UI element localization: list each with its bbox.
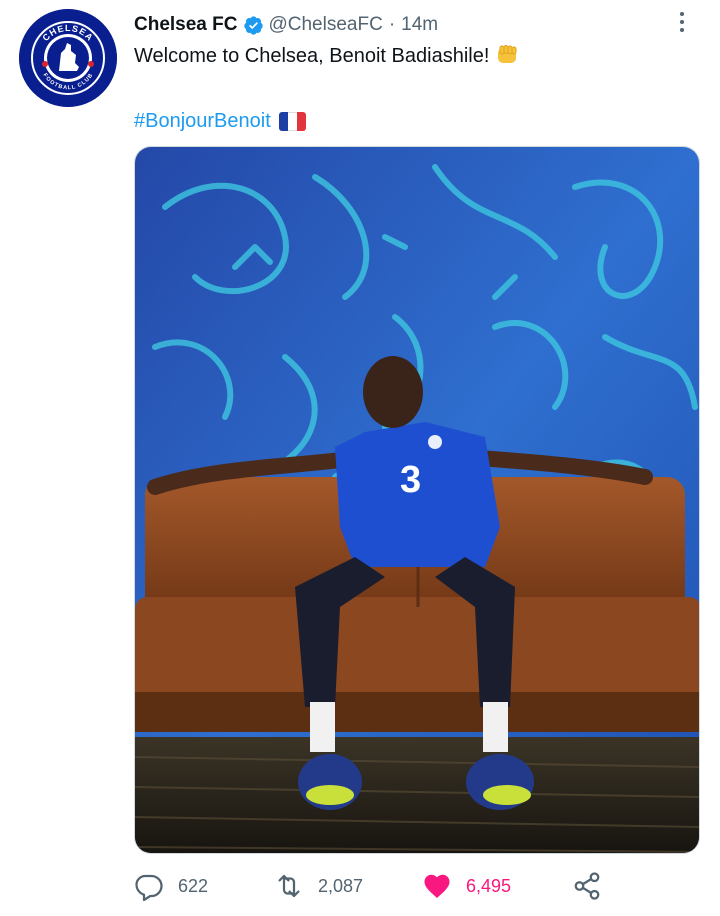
- tweet-body: Welcome to Chelsea, Benoit Badiashile!: [134, 45, 490, 67]
- verified-badge-icon: [244, 15, 264, 35]
- reply-icon: [135, 874, 163, 901]
- tweet-text: Welcome to Chelsea, Benoit Badiashile!: [134, 41, 694, 71]
- reply-button[interactable]: 622: [134, 871, 274, 901]
- tweet-timestamp[interactable]: 14m: [401, 14, 438, 36]
- oncoming-fist-emoji-icon: [498, 45, 517, 63]
- like-count: 6,495: [466, 875, 512, 896]
- avatar[interactable]: CHELSEA FOOTBALL CLUB: [19, 9, 117, 107]
- action-bar: 622 2,087 6,495: [134, 864, 634, 908]
- more-options-icon[interactable]: [674, 8, 690, 36]
- reply-count: 622: [178, 875, 209, 896]
- author-name[interactable]: Chelsea FC: [134, 14, 237, 36]
- svg-text:3: 3: [400, 459, 421, 501]
- france-flag-icon: [278, 111, 306, 131]
- retweet-button[interactable]: 2,087: [274, 871, 422, 901]
- heart-icon: [424, 874, 450, 898]
- tweet-header: Chelsea FC @ChelseaFC · 14m: [134, 10, 694, 40]
- player-photo-image: 3: [135, 147, 699, 853]
- retweet-count: 2,087: [318, 875, 364, 896]
- retweet-icon: [278, 874, 300, 898]
- hashtag-link[interactable]: #BonjourBenoit: [134, 110, 271, 133]
- share-icon: [574, 872, 600, 900]
- chelsea-crest-icon: CHELSEA FOOTBALL CLUB: [19, 9, 117, 107]
- like-button[interactable]: 6,495: [422, 871, 572, 901]
- hashtag-line: #BonjourBenoit: [134, 106, 306, 136]
- author-handle[interactable]: @ChelseaFC: [268, 14, 382, 36]
- share-button[interactable]: [572, 871, 612, 901]
- separator-dot: ·: [388, 14, 396, 35]
- tweet-photo[interactable]: 3: [134, 146, 700, 854]
